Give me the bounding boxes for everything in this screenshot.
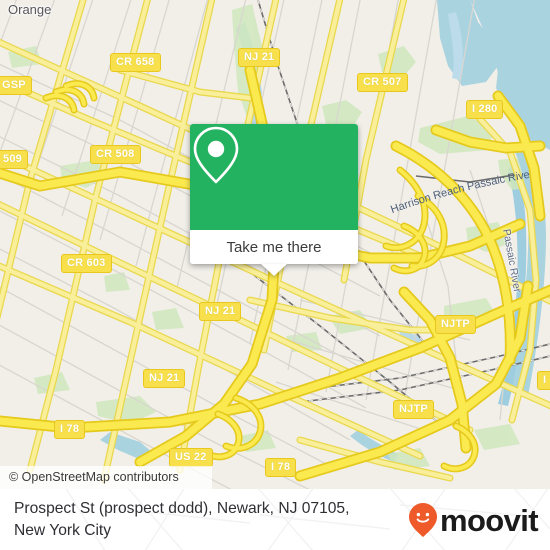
map-pin-icon bbox=[193, 126, 239, 184]
place-label-orange: Orange bbox=[8, 2, 52, 17]
footer-bar: Prospect St (prospect dodd), Newark, NJ … bbox=[0, 489, 550, 550]
map-canvas[interactable]: Harrison Reach Passaic Rive Orange Passa… bbox=[0, 0, 550, 489]
road-shield-nj-21-south[interactable]: NJ 21 bbox=[143, 369, 186, 388]
road-shield-cr-603[interactable]: CR 603 bbox=[61, 254, 112, 273]
popup-tail-pointer bbox=[261, 264, 287, 276]
popup-header bbox=[190, 124, 358, 230]
moovit-wordmark: moovit bbox=[439, 502, 539, 538]
location-title-line1: Prospect St (prospect dodd), Newark, NJ … bbox=[14, 500, 350, 517]
location-popup[interactable]: Take me there bbox=[190, 124, 358, 276]
road-shield-njtp-south[interactable]: NJTP bbox=[393, 400, 434, 419]
take-me-there-button[interactable]: Take me there bbox=[190, 230, 358, 264]
take-me-there-label: Take me there bbox=[226, 238, 322, 256]
road-shield-i-280[interactable]: I 280 bbox=[466, 100, 504, 119]
road-shield-nj-21-mid[interactable]: NJ 21 bbox=[199, 302, 242, 321]
road-shield-i-78-west[interactable]: I 78 bbox=[54, 420, 86, 439]
road-shield-gsp[interactable]: GSP bbox=[0, 76, 32, 95]
road-shield-us-22[interactable]: US 22 bbox=[169, 448, 213, 467]
road-shield-cr-508[interactable]: CR 508 bbox=[90, 145, 141, 164]
road-shield-nj-21-north[interactable]: NJ 21 bbox=[238, 48, 281, 67]
moovit-logo[interactable]: moovit bbox=[408, 502, 539, 538]
road-shield-509[interactable]: 509 bbox=[0, 150, 28, 169]
location-title: Prospect St (prospect dodd), Newark, NJ … bbox=[14, 498, 404, 542]
road-shield-i-78-east[interactable]: I 78 bbox=[265, 458, 297, 477]
moovit-map-screenshot: Harrison Reach Passaic Rive Orange Passa… bbox=[0, 0, 550, 550]
road-shield-cr-658[interactable]: CR 658 bbox=[110, 53, 161, 72]
road-shield-i-280-east[interactable]: I 280 bbox=[537, 371, 550, 390]
osm-attribution[interactable]: © OpenStreetMap contributors bbox=[0, 466, 212, 489]
location-title-line2: New York City bbox=[14, 522, 112, 539]
popup-card[interactable]: Take me there bbox=[190, 124, 358, 264]
moovit-smiling-pin-icon bbox=[408, 503, 437, 537]
road-shield-njtp-north[interactable]: NJTP bbox=[435, 315, 476, 334]
road-shield-cr-507[interactable]: CR 507 bbox=[357, 73, 408, 92]
